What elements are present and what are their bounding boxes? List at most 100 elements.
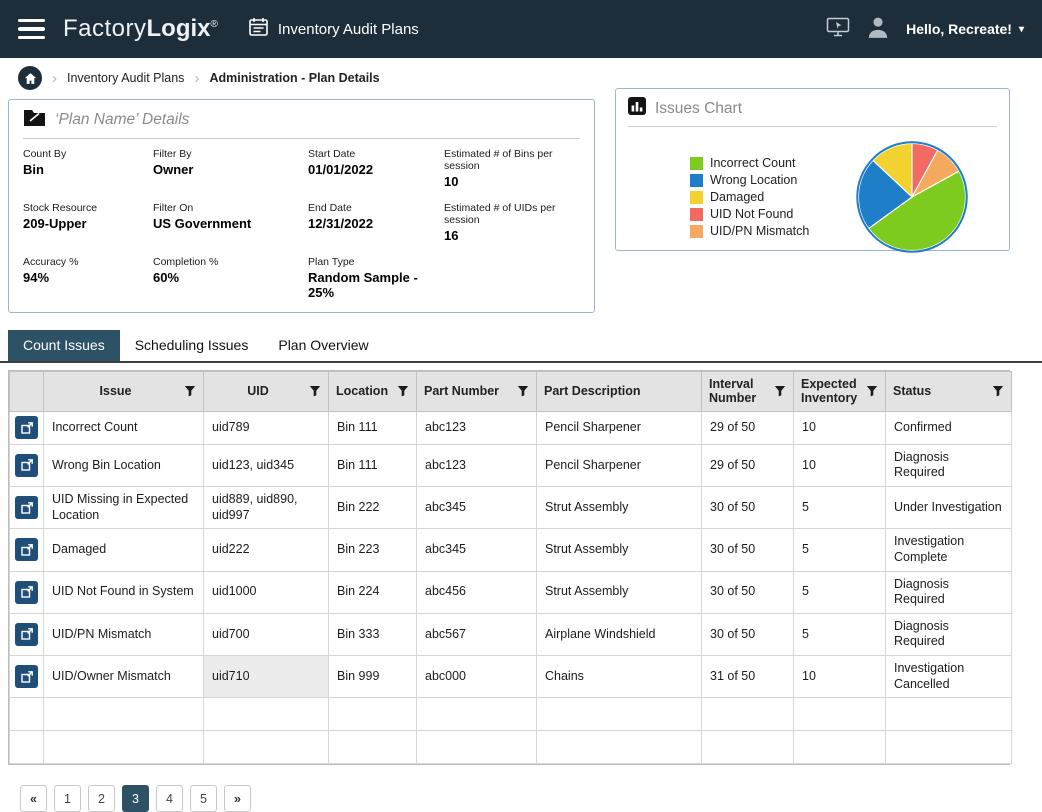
page-button-3[interactable]: 3: [122, 785, 149, 812]
table-row[interactable]: Incorrect Countuid789Bin 111abc123Pencil…: [10, 411, 1012, 444]
open-issue-button[interactable]: [15, 538, 38, 561]
cell-status: Diagnosis Required: [886, 613, 1012, 655]
column-header-location[interactable]: Location: [329, 372, 417, 412]
cell-expected: 5: [794, 571, 886, 613]
cell-part_description: Strut Assembly: [537, 571, 702, 613]
page-prev-button[interactable]: «: [20, 785, 47, 812]
field-value: 12/31/2022: [308, 216, 444, 231]
cell-expected: 5: [794, 529, 886, 571]
column-label: Expected Inventory: [801, 377, 862, 406]
tab-count-issues[interactable]: Count Issues: [8, 330, 120, 361]
open-issue-button[interactable]: [15, 623, 38, 646]
table-row[interactable]: UID Missing in Expected Locationuid889, …: [10, 487, 1012, 529]
table-row[interactable]: Wrong Bin Locationuid123, uid345Bin 111a…: [10, 444, 1012, 486]
home-icon[interactable]: [18, 66, 42, 90]
column-header-issue[interactable]: Issue: [44, 372, 204, 412]
cell-uid: uid789: [204, 411, 329, 444]
filter-icon[interactable]: [866, 385, 878, 397]
table-row[interactable]: UID/PN Mismatchuid700Bin 333abc567Airpla…: [10, 613, 1012, 655]
cell-location: Bin 222: [329, 487, 417, 529]
row-icon-cell: [10, 571, 44, 613]
page-next-button[interactable]: »: [224, 785, 251, 812]
field-label: Start Date: [308, 148, 444, 160]
plan-field-start-date: Start Date01/01/2022: [308, 148, 444, 189]
plan-field-completion: Completion %60%: [153, 256, 308, 300]
row-icon-cell: [10, 487, 44, 529]
cell-location: Bin 223: [329, 529, 417, 571]
filter-icon[interactable]: [309, 385, 321, 397]
user-avatar-icon[interactable]: [865, 14, 891, 45]
chevron-down-icon: ▾: [1019, 24, 1024, 35]
column-header-part_description[interactable]: Part Description: [537, 372, 702, 412]
filter-icon[interactable]: [992, 385, 1004, 397]
page-button-4[interactable]: 4: [156, 785, 183, 812]
tab-plan-overview[interactable]: Plan Overview: [263, 330, 383, 361]
column-header-inner: Issue: [51, 384, 196, 398]
page-button-5[interactable]: 5: [190, 785, 217, 812]
filter-icon[interactable]: [774, 385, 786, 397]
empty-cell: [417, 731, 537, 764]
plan-field-plan-type: Plan Type Random Sample - 25%: [308, 256, 444, 300]
field-label: Estimated # of Bins per session: [444, 148, 580, 172]
cell-issue: Damaged: [44, 529, 204, 571]
cell-part_number: abc000: [417, 656, 537, 698]
empty-cell: [44, 698, 204, 731]
column-label: UID: [211, 384, 305, 398]
table-row[interactable]: UID Not Found in Systemuid1000Bin 224abc…: [10, 571, 1012, 613]
open-issue-button[interactable]: [15, 496, 38, 519]
column-header-part_number[interactable]: Part Number: [417, 372, 537, 412]
open-issue-button[interactable]: [15, 665, 38, 688]
field-value: 10: [444, 174, 580, 189]
cell-expected: 10: [794, 444, 886, 486]
open-issue-button[interactable]: [15, 581, 38, 604]
legend-item-uid-not-found: UID Not Found: [690, 207, 809, 221]
module-title: Inventory Audit Plans: [278, 21, 419, 38]
column-header-status[interactable]: Status: [886, 372, 1012, 412]
breadcrumb-separator-icon: ›: [194, 71, 199, 86]
cell-part_description: Strut Assembly: [537, 487, 702, 529]
menu-icon[interactable]: [18, 19, 45, 40]
breadcrumb-link[interactable]: Inventory Audit Plans: [67, 71, 184, 85]
empty-cell: [204, 698, 329, 731]
cell-uid: uid889, uid890, uid997: [204, 487, 329, 529]
plan-details-title: ‘Plan Name’ Details: [55, 111, 189, 129]
field-label: Count By: [23, 148, 153, 160]
field-label: Plan Type: [308, 256, 444, 268]
column-label: Status: [893, 384, 988, 398]
cell-part_number: abc567: [417, 613, 537, 655]
field-value: Random Sample - 25%: [308, 270, 444, 300]
top-bar: FactoryLogix® Inventory Audit Plans: [0, 0, 1042, 58]
column-header-inner: Part Description: [544, 384, 694, 398]
empty-cell: [886, 731, 1012, 764]
column-header-interval[interactable]: Interval Number: [702, 372, 794, 412]
table-row[interactable]: Damageduid222Bin 223abc345Strut Assembly…: [10, 529, 1012, 571]
row-icon-cell: [10, 656, 44, 698]
page-button-1[interactable]: 1: [54, 785, 81, 812]
cell-issue: UID/PN Mismatch: [44, 613, 204, 655]
cell-part_description: Chains: [537, 656, 702, 698]
plan-field-estimated-of-uids-per-session: Estimated # of UIDs per session16: [444, 202, 580, 243]
open-issue-button[interactable]: [15, 416, 38, 439]
cell-part_description: Pencil Sharpener: [537, 444, 702, 486]
field-value: 209-Upper: [23, 216, 153, 231]
filter-icon[interactable]: [397, 385, 409, 397]
filter-icon[interactable]: [517, 385, 529, 397]
column-header-inner: Expected Inventory: [801, 377, 878, 406]
empty-cell: [702, 698, 794, 731]
table-row[interactable]: UID/Owner Mismatchuid710Bin 999abc000Cha…: [10, 656, 1012, 698]
cell-status: Diagnosis Required: [886, 444, 1012, 486]
column-header-expected[interactable]: Expected Inventory: [794, 372, 886, 412]
cell-part_number: abc456: [417, 571, 537, 613]
empty-cell: [794, 731, 886, 764]
legend-item-damaged: Damaged: [690, 190, 809, 204]
remote-screen-icon[interactable]: [826, 17, 850, 42]
filter-icon[interactable]: [184, 385, 196, 397]
column-header-uid[interactable]: UID: [204, 372, 329, 412]
legend-swatch: [690, 174, 703, 187]
user-menu[interactable]: Hello, Recreate! ▾: [906, 21, 1024, 37]
open-issue-button[interactable]: [15, 454, 38, 477]
plan-field-stock-resource: Stock Resource209-Upper: [23, 202, 153, 243]
column-header-rowicon: [10, 372, 44, 412]
page-button-2[interactable]: 2: [88, 785, 115, 812]
tab-scheduling-issues[interactable]: Scheduling Issues: [120, 330, 264, 361]
